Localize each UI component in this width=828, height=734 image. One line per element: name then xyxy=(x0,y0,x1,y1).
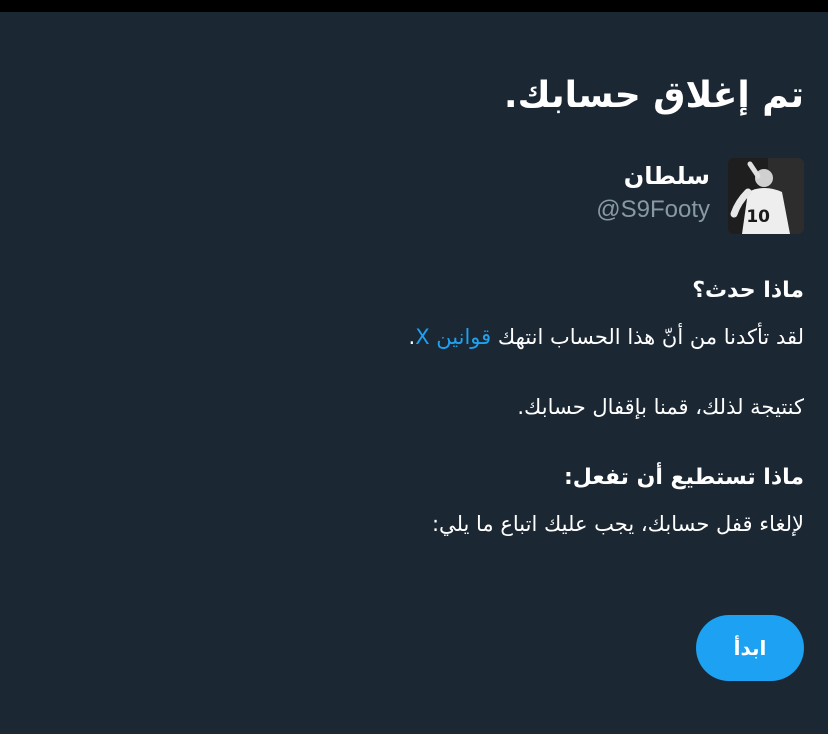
instructions-text: لإلغاء قفل حسابك، يجب عليك اتباع ما يلي: xyxy=(431,512,804,536)
account-locked-page: تم إغلاق حسابك. 10 سلطان @S9Footy ماذا ح… xyxy=(0,12,828,734)
violation-text: لقد تأكدنا من أنّ هذا الحساب انتهك قواني… xyxy=(409,322,804,352)
what-happened-heading: ماذا حدث؟ xyxy=(692,278,804,303)
page-title: تم إغلاق حسابك. xyxy=(503,75,804,116)
violation-text-start: لقد تأكدنا من أنّ هذا الحساب انتهك xyxy=(491,325,804,349)
what-you-can-do-heading: ماذا تستطيع أن تفعل: xyxy=(563,465,804,490)
avatar-jersey-number: 10 xyxy=(746,207,770,227)
consequence-text: كنتيجة لذلك، قمنا بإقفال حسابك. xyxy=(517,395,804,419)
account-name: سلطان xyxy=(623,162,710,190)
rules-link[interactable]: قوانين X xyxy=(415,325,491,349)
account-handle: @S9Footy xyxy=(596,196,710,223)
avatar-image: 10 xyxy=(728,158,804,234)
avatar: 10 xyxy=(728,158,804,234)
start-button[interactable]: ابدأ xyxy=(696,615,804,681)
top-bar xyxy=(0,0,828,12)
